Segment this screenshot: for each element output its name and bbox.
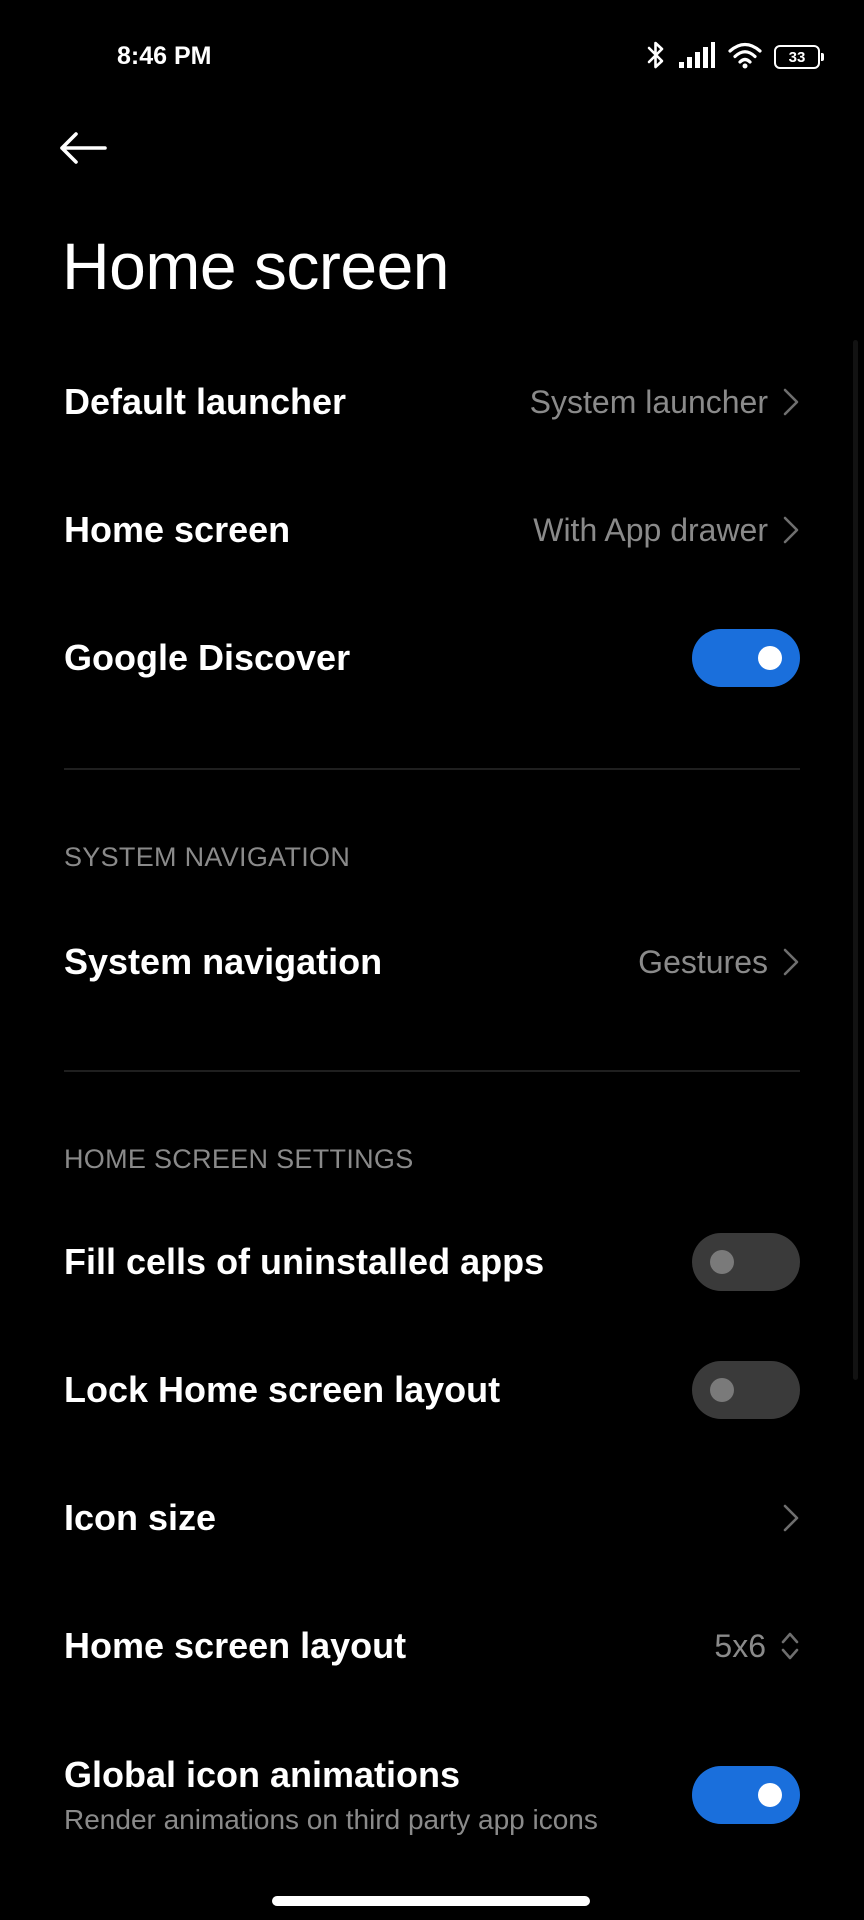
chevron-right-icon	[783, 516, 799, 544]
global-icon-animations-label: Global icon animations	[64, 1754, 461, 1795]
toggle-knob	[710, 1250, 734, 1274]
page-title: Home screen	[62, 229, 450, 303]
lock-layout-toggle[interactable]	[692, 1361, 800, 1419]
status-time: 8:46 PM	[117, 42, 212, 70]
section-header-home-screen-settings: HOME SCREEN SETTINGS	[64, 1144, 414, 1174]
home-screen-value: With App drawer	[533, 511, 768, 548]
lock-layout-label: Lock Home screen layout	[64, 1369, 501, 1410]
global-icon-animations-row[interactable]: Global icon animations Render animations…	[64, 1730, 800, 1860]
toggle-knob	[758, 646, 782, 670]
fill-cells-label: Fill cells of uninstalled apps	[64, 1241, 545, 1282]
divider	[64, 1070, 800, 1072]
fill-cells-row[interactable]: Fill cells of uninstalled apps	[64, 1214, 800, 1310]
system-navigation-value-group: Gestures	[638, 944, 800, 981]
icon-size-value-group	[782, 1503, 800, 1533]
chevron-right-icon	[783, 948, 799, 976]
home-screen-row[interactable]: Home screen With App drawer	[64, 482, 800, 578]
battery-level: 33	[788, 48, 806, 66]
google-discover-row[interactable]: Google Discover	[64, 610, 800, 706]
arrow-left-icon	[58, 131, 108, 170]
system-navigation-row[interactable]: System navigation Gestures	[64, 914, 800, 1010]
global-icon-animations-toggle[interactable]	[692, 1766, 800, 1824]
default-launcher-value-group: System launcher	[530, 384, 800, 421]
home-screen-label: Home screen	[64, 509, 291, 550]
global-icon-animations-description: Render animations on third party app ico…	[64, 1804, 598, 1835]
google-discover-toggle[interactable]	[692, 629, 800, 687]
system-navigation-label: System navigation	[64, 941, 383, 982]
bluetooth-icon	[646, 40, 666, 75]
icon-size-row[interactable]: Icon size	[64, 1470, 800, 1566]
google-discover-label: Google Discover	[64, 637, 351, 678]
battery-icon: 33	[774, 45, 824, 69]
icon-size-label: Icon size	[64, 1497, 217, 1538]
chevron-right-icon	[783, 1504, 799, 1532]
lock-layout-row[interactable]: Lock Home screen layout	[64, 1342, 800, 1438]
cellular-signal-icon	[678, 41, 716, 74]
fill-cells-toggle[interactable]	[692, 1233, 800, 1291]
chevron-right-icon	[783, 388, 799, 416]
home-screen-layout-value-group: 5x6	[714, 1628, 800, 1665]
home-screen-value-group: With App drawer	[533, 512, 800, 549]
default-launcher-value: System launcher	[529, 383, 768, 420]
home-screen-layout-label: Home screen layout	[64, 1625, 407, 1666]
chevron-up-down-icon	[781, 1632, 799, 1660]
status-icons: 33	[646, 40, 824, 75]
wifi-icon	[728, 41, 762, 74]
section-header-system-navigation: SYSTEM NAVIGATION	[64, 842, 351, 872]
scrollbar[interactable]	[853, 340, 858, 1380]
home-indicator[interactable]	[272, 1896, 590, 1906]
toggle-knob	[710, 1378, 734, 1402]
toggle-knob	[758, 1783, 782, 1807]
global-icon-animations-texts: Global icon animations Render animations…	[64, 1754, 598, 1836]
home-screen-layout-row[interactable]: Home screen layout 5x6	[64, 1598, 800, 1694]
default-launcher-label: Default launcher	[64, 381, 347, 422]
divider	[64, 768, 800, 770]
back-button[interactable]	[58, 122, 118, 178]
system-navigation-value: Gestures	[638, 943, 768, 980]
status-bar: 8:46 PM 33	[0, 0, 864, 110]
default-launcher-row[interactable]: Default launcher System launcher	[64, 354, 800, 450]
home-screen-layout-value: 5x6	[714, 1627, 766, 1664]
